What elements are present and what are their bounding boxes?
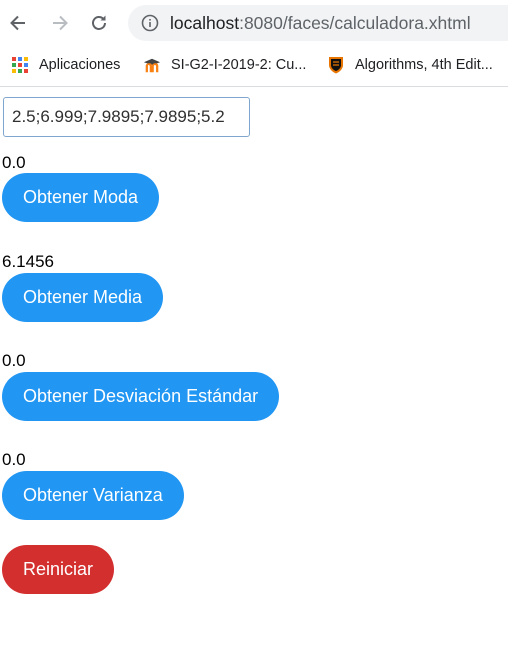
- bookmark-label: SI-G2-I-2019-2: Cu...: [171, 57, 307, 73]
- mode-result: 0.0: [2, 153, 26, 172]
- bookmark-algorithms[interactable]: Algorithms, 4th Edit...: [327, 54, 493, 76]
- mean-result: 6.1456: [2, 252, 54, 271]
- numbers-input[interactable]: [3, 97, 250, 137]
- url-path: :8080/faces/calculadora.xhtml: [239, 13, 471, 33]
- url-host: localhost: [170, 13, 240, 33]
- browser-toolbar: localhost:8080/faces/calculadora.xhtml: [0, 0, 508, 46]
- get-mean-button[interactable]: Obtener Media: [2, 273, 164, 322]
- bookmark-label: Algorithms, 4th Edit...: [355, 57, 493, 73]
- forward-arrow-icon[interactable]: [44, 7, 76, 39]
- princeton-shield-icon: [327, 56, 345, 74]
- back-arrow-icon[interactable]: [2, 7, 34, 39]
- get-mode-button[interactable]: Obtener Moda: [2, 173, 160, 222]
- bookmark-moodle[interactable]: SI-G2-I-2019-2: Cu...: [143, 54, 306, 76]
- apps-grid-icon: [11, 56, 29, 74]
- stddev-result: 0.0: [2, 351, 26, 370]
- bookmark-apps[interactable]: Aplicaciones: [11, 54, 120, 76]
- bookmark-label: Aplicaciones: [39, 57, 121, 73]
- calculator-page: 0.0 Obtener Moda 6.1456 Obtener Media 0.…: [0, 87, 508, 661]
- variance-result: 0.0: [2, 450, 26, 469]
- get-stddev-button[interactable]: Obtener Desviación Estándar: [2, 372, 280, 421]
- reset-button[interactable]: Reiniciar: [2, 545, 115, 594]
- bookmarks-bar: Aplicaciones SI-G2-I-2019-2: Cu... Algor…: [0, 46, 508, 87]
- get-variance-button[interactable]: Obtener Varianza: [2, 471, 184, 520]
- info-icon[interactable]: [140, 13, 160, 33]
- moodle-icon: [143, 56, 161, 74]
- url-text: localhost:8080/faces/calculadora.xhtml: [170, 12, 471, 34]
- reload-icon[interactable]: [83, 7, 115, 39]
- address-bar[interactable]: localhost:8080/faces/calculadora.xhtml: [128, 5, 508, 41]
